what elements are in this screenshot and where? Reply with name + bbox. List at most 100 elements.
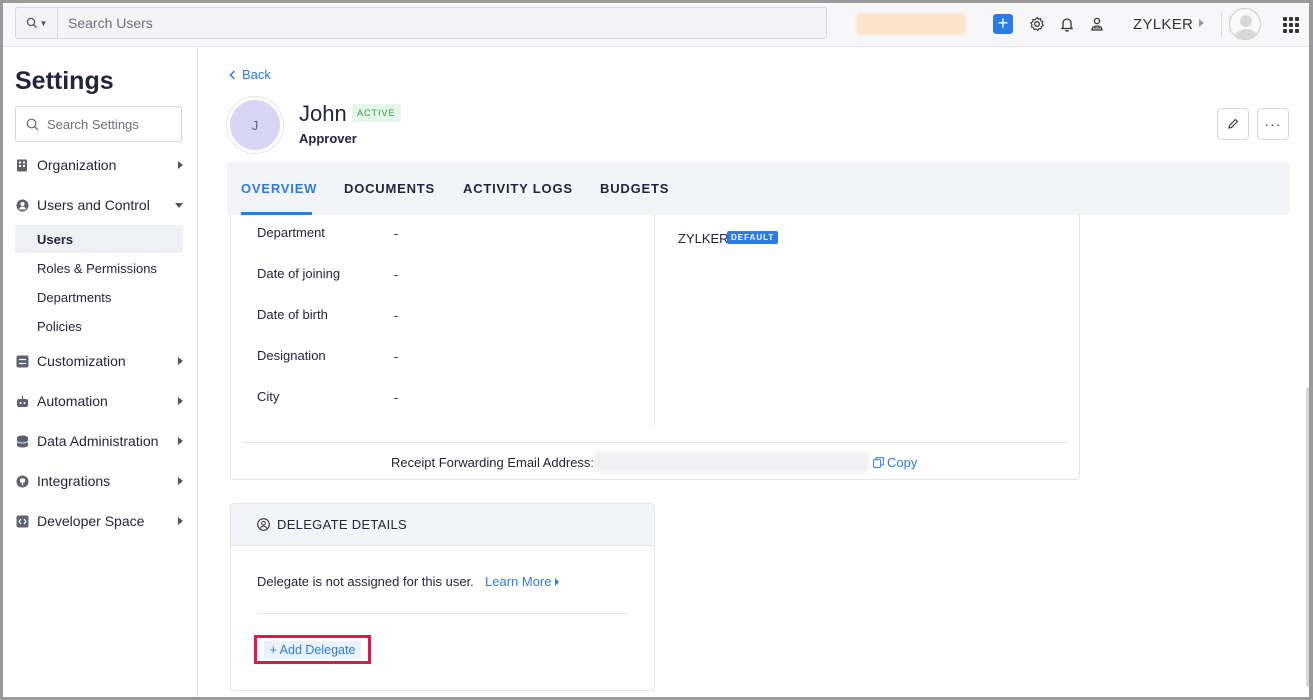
- detail-label-date-of-birth: Date of birth: [257, 307, 328, 322]
- sidebar-subitem-roles-permissions[interactable]: Roles & Permissions: [15, 254, 183, 282]
- search-icon: [26, 17, 37, 28]
- tab-bar: OVERVIEW DOCUMENTS ACTIVITY LOGS BUDGETS: [227, 162, 1290, 215]
- caret-right-icon: [555, 577, 560, 586]
- caret-right-icon: [178, 161, 183, 169]
- detail-label-date-of-joining: Date of joining: [257, 266, 341, 281]
- sidebar-item-users-and-control[interactable]: Users and Control: [15, 193, 185, 217]
- forwarding-email-value: [594, 452, 869, 472]
- divider: [243, 442, 1067, 443]
- copy-email-button[interactable]: Copy: [873, 455, 917, 470]
- learn-more-link[interactable]: Learn More: [485, 574, 560, 589]
- settings-sidebar: Settings Search Settings Organization Us…: [3, 47, 198, 697]
- user-role: Approver: [299, 131, 357, 146]
- settings-gear-icon[interactable]: [1028, 15, 1046, 33]
- sidebar-item-organization[interactable]: Organization: [15, 153, 185, 177]
- building-icon: [15, 158, 29, 172]
- sidebar-item-integrations[interactable]: Integrations: [15, 469, 185, 493]
- sidebar-item-data-administration[interactable]: Data Administration: [15, 429, 185, 453]
- delegate-user-icon: [257, 518, 270, 531]
- add-delegate-button[interactable]: + Add Delegate: [263, 640, 362, 659]
- caret-right-icon: [178, 357, 183, 365]
- chevron-down-icon: ▼: [39, 18, 48, 28]
- search-icon: [26, 118, 39, 130]
- sidebar-title: Settings: [15, 67, 114, 95]
- user-avatar-icon: [1234, 15, 1258, 39]
- copy-label: Copy: [887, 455, 918, 470]
- default-badge: DEFAULT: [727, 231, 779, 244]
- tab-overview[interactable]: OVERVIEW: [241, 181, 317, 196]
- delegate-header: DELEGATE DETAILS: [231, 504, 654, 546]
- status-badge: ACTIVE: [352, 104, 401, 122]
- caret-right-icon[interactable]: [1199, 19, 1204, 27]
- more-options-button[interactable]: ···: [1257, 108, 1289, 140]
- learn-more-label: Learn More: [485, 574, 552, 589]
- copy-icon: [873, 457, 884, 468]
- edit-button[interactable]: [1217, 108, 1249, 140]
- sidebar-subitem-policies[interactable]: Policies: [15, 312, 183, 340]
- sidebar-item-label: Automation: [37, 393, 108, 409]
- settings-search-placeholder: Search Settings: [47, 116, 139, 132]
- user-details-card: Department - Date of joining - Date of b…: [230, 215, 1080, 480]
- caret-down-icon: [175, 203, 183, 208]
- main-content: Back J John ACTIVE Approver ··· OVERVIEW…: [199, 47, 1309, 697]
- robot-icon: [15, 394, 29, 408]
- divider: [257, 613, 627, 614]
- sidebar-item-label: Customization: [37, 353, 126, 369]
- detail-value-city: -: [394, 390, 399, 405]
- sidebar-item-customization[interactable]: Customization: [15, 349, 185, 373]
- sidebar-item-label: Users and Control: [37, 197, 150, 213]
- detail-value-date-of-joining: -: [394, 267, 399, 282]
- add-delegate-highlight: + Add Delegate: [254, 635, 371, 664]
- user-circle-icon: [15, 198, 29, 212]
- global-search-input[interactable]: Search Users: [58, 15, 153, 31]
- detail-value-department: -: [394, 226, 399, 241]
- settings-search-input[interactable]: Search Settings: [15, 106, 182, 142]
- column-divider: [654, 215, 655, 427]
- global-search[interactable]: ▼ Search Users: [15, 7, 827, 39]
- sidebar-item-automation[interactable]: Automation: [15, 389, 185, 413]
- org-switcher[interactable]: ZYLKER: [1133, 16, 1193, 33]
- sidebar-item-label: Integrations: [37, 473, 111, 489]
- tab-activity-logs[interactable]: ACTIVITY LOGS: [463, 181, 573, 196]
- app-launcher-grid-icon[interactable]: [1283, 17, 1299, 33]
- back-label: Back: [242, 67, 271, 82]
- detail-label-department: Department: [257, 225, 325, 240]
- delegate-title: DELEGATE DETAILS: [277, 517, 408, 532]
- forwarding-email-label: Receipt Forwarding Email Address:: [391, 455, 595, 470]
- quick-create-button[interactable]: +: [993, 14, 1013, 34]
- chevron-left-icon: [229, 69, 236, 80]
- promo-banner[interactable]: [856, 13, 966, 35]
- caret-right-icon: [178, 517, 183, 525]
- detail-label-city: City: [257, 389, 280, 404]
- sidebar-subitem-departments[interactable]: Departments: [15, 283, 183, 311]
- tab-documents[interactable]: DOCUMENTS: [344, 181, 435, 196]
- pencil-icon: [1228, 118, 1239, 129]
- delegate-message: Delegate is not assigned for this user.: [257, 574, 474, 589]
- profile-avatar[interactable]: [1229, 8, 1261, 40]
- user-switch-icon[interactable]: [1088, 15, 1106, 33]
- caret-right-icon: [178, 477, 183, 485]
- top-bar: ▼ Search Users + ZYLKER: [3, 3, 1309, 47]
- caret-right-icon: [178, 397, 183, 405]
- user-avatar: J: [227, 97, 283, 153]
- detail-value-date-of-birth: -: [394, 308, 399, 323]
- delegate-details-card: DELEGATE DETAILS Delegate is not assigne…: [230, 503, 655, 691]
- plug-icon: [15, 474, 29, 488]
- scrollbar[interactable]: [1306, 387, 1309, 687]
- database-icon: [15, 434, 29, 448]
- tab-budgets[interactable]: BUDGETS: [600, 181, 669, 196]
- sidebar-item-label: Organization: [37, 157, 117, 173]
- sidebar-item-label: Developer Space: [37, 513, 145, 529]
- sidebar-subitem-users[interactable]: Users: [15, 225, 183, 253]
- sliders-icon: [15, 354, 29, 368]
- detail-value-designation: -: [394, 349, 399, 364]
- detail-label-designation: Designation: [257, 348, 326, 363]
- sidebar-item-developer-space[interactable]: Developer Space: [15, 509, 185, 533]
- divider: [1221, 13, 1222, 37]
- user-name: John: [299, 101, 347, 126]
- bell-icon[interactable]: [1058, 15, 1076, 33]
- search-scope-dropdown[interactable]: ▼: [16, 8, 58, 38]
- code-icon: [15, 514, 29, 528]
- caret-right-icon: [178, 437, 183, 445]
- back-link[interactable]: Back: [229, 67, 271, 82]
